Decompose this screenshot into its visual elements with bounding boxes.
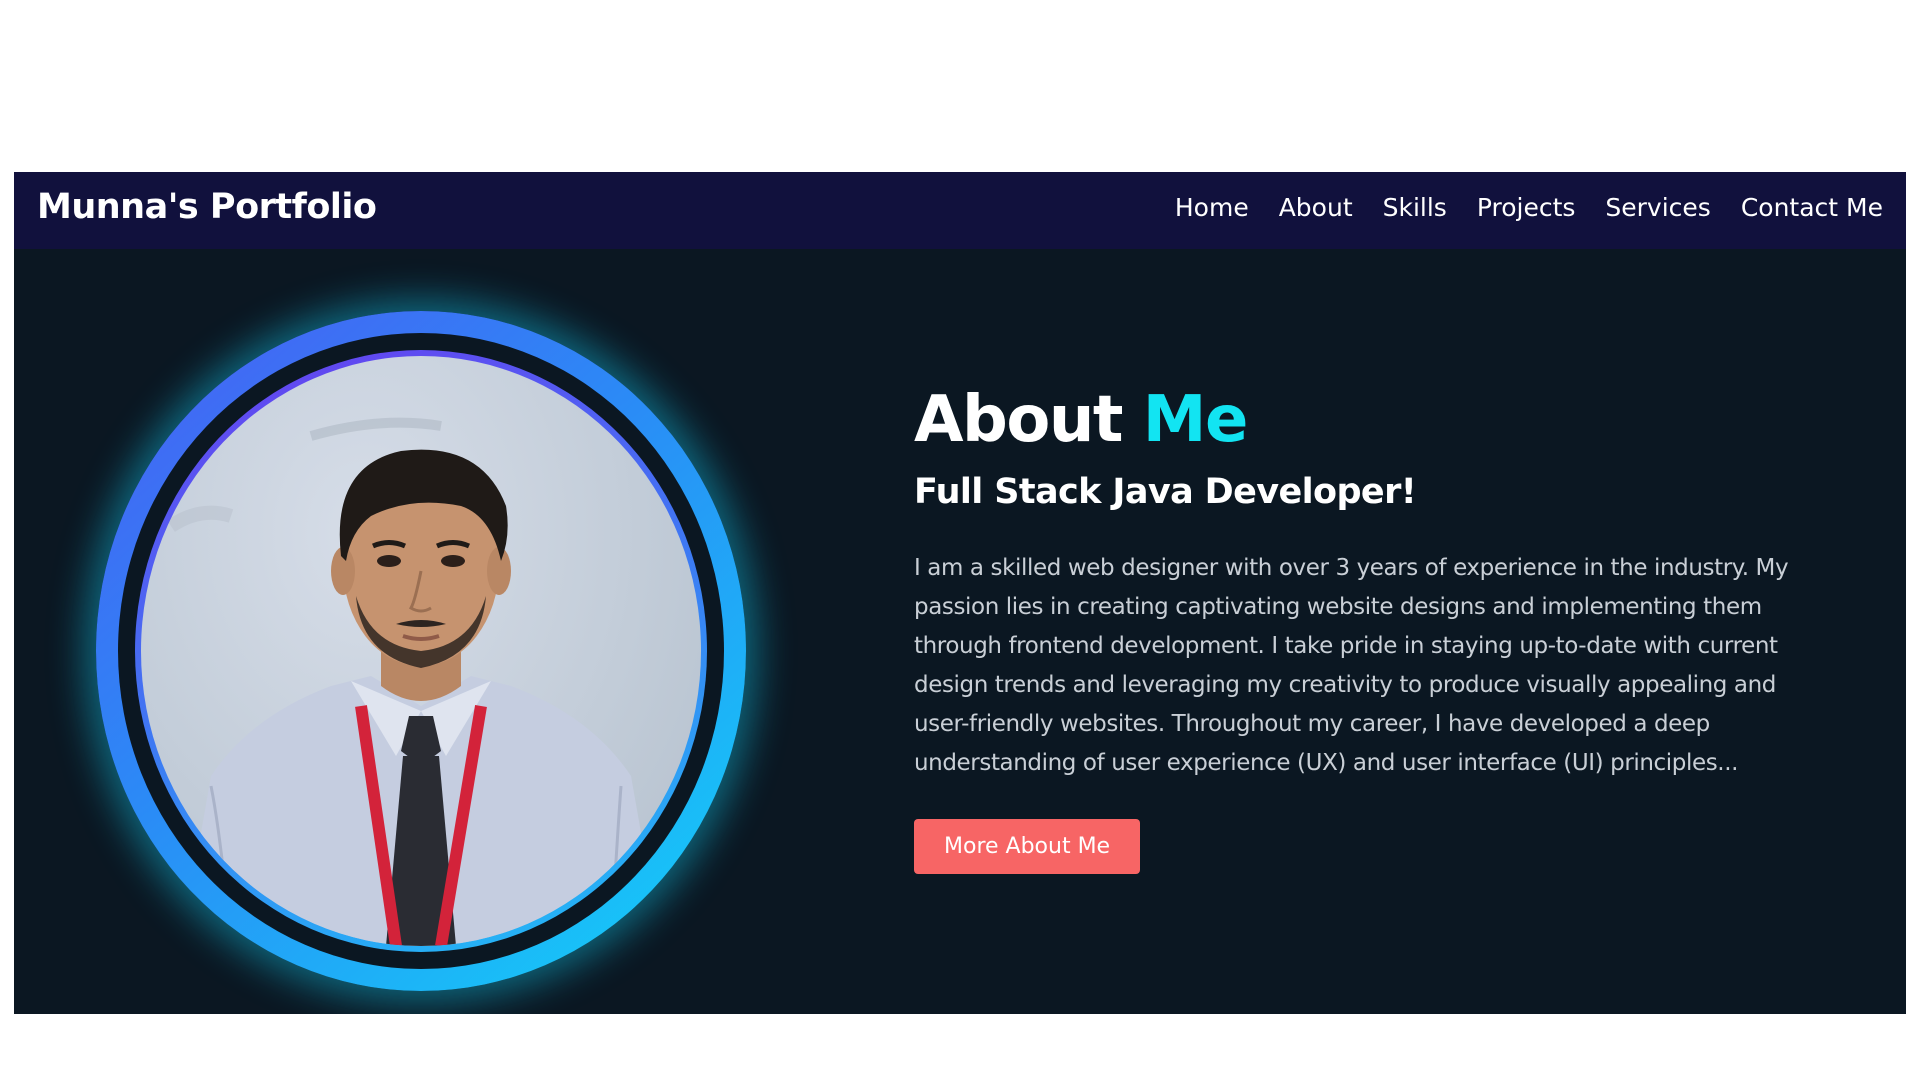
about-section: About Me Full Stack Java Developer! I am… xyxy=(914,382,1834,874)
nav-links: Home About Skills Projects Services Cont… xyxy=(1175,192,1883,225)
about-heading: About Me xyxy=(914,382,1834,459)
nav-link-services[interactable]: Services xyxy=(1605,192,1710,225)
nav-link-contact[interactable]: Contact Me xyxy=(1741,192,1883,225)
profile-photo xyxy=(141,356,701,946)
nav-link-home[interactable]: Home xyxy=(1175,192,1249,225)
photo-inner-ring xyxy=(135,350,707,952)
photo-ring-gap xyxy=(118,333,724,969)
site-brand[interactable]: Munna's Portfolio xyxy=(37,186,377,228)
nav-link-about[interactable]: About xyxy=(1279,192,1353,225)
more-about-me-button[interactable]: More About Me xyxy=(914,818,1141,874)
nav-link-projects[interactable]: Projects xyxy=(1477,192,1576,225)
nav-link-skills[interactable]: Skills xyxy=(1383,192,1447,225)
about-page: Munna's Portfolio Home About Skills Proj… xyxy=(14,172,1906,1014)
profile-portrait-illustration xyxy=(167,417,661,946)
about-heading-accent: Me xyxy=(1142,383,1249,457)
about-paragraph: I am a skilled web designer with over 3 … xyxy=(914,554,1789,776)
navbar: Munna's Portfolio Home About Skills Proj… xyxy=(14,172,1906,249)
about-subtitle: Full Stack Java Developer! xyxy=(914,471,1417,512)
about-heading-main: About xyxy=(914,383,1123,457)
profile-photo-ring xyxy=(96,311,746,991)
